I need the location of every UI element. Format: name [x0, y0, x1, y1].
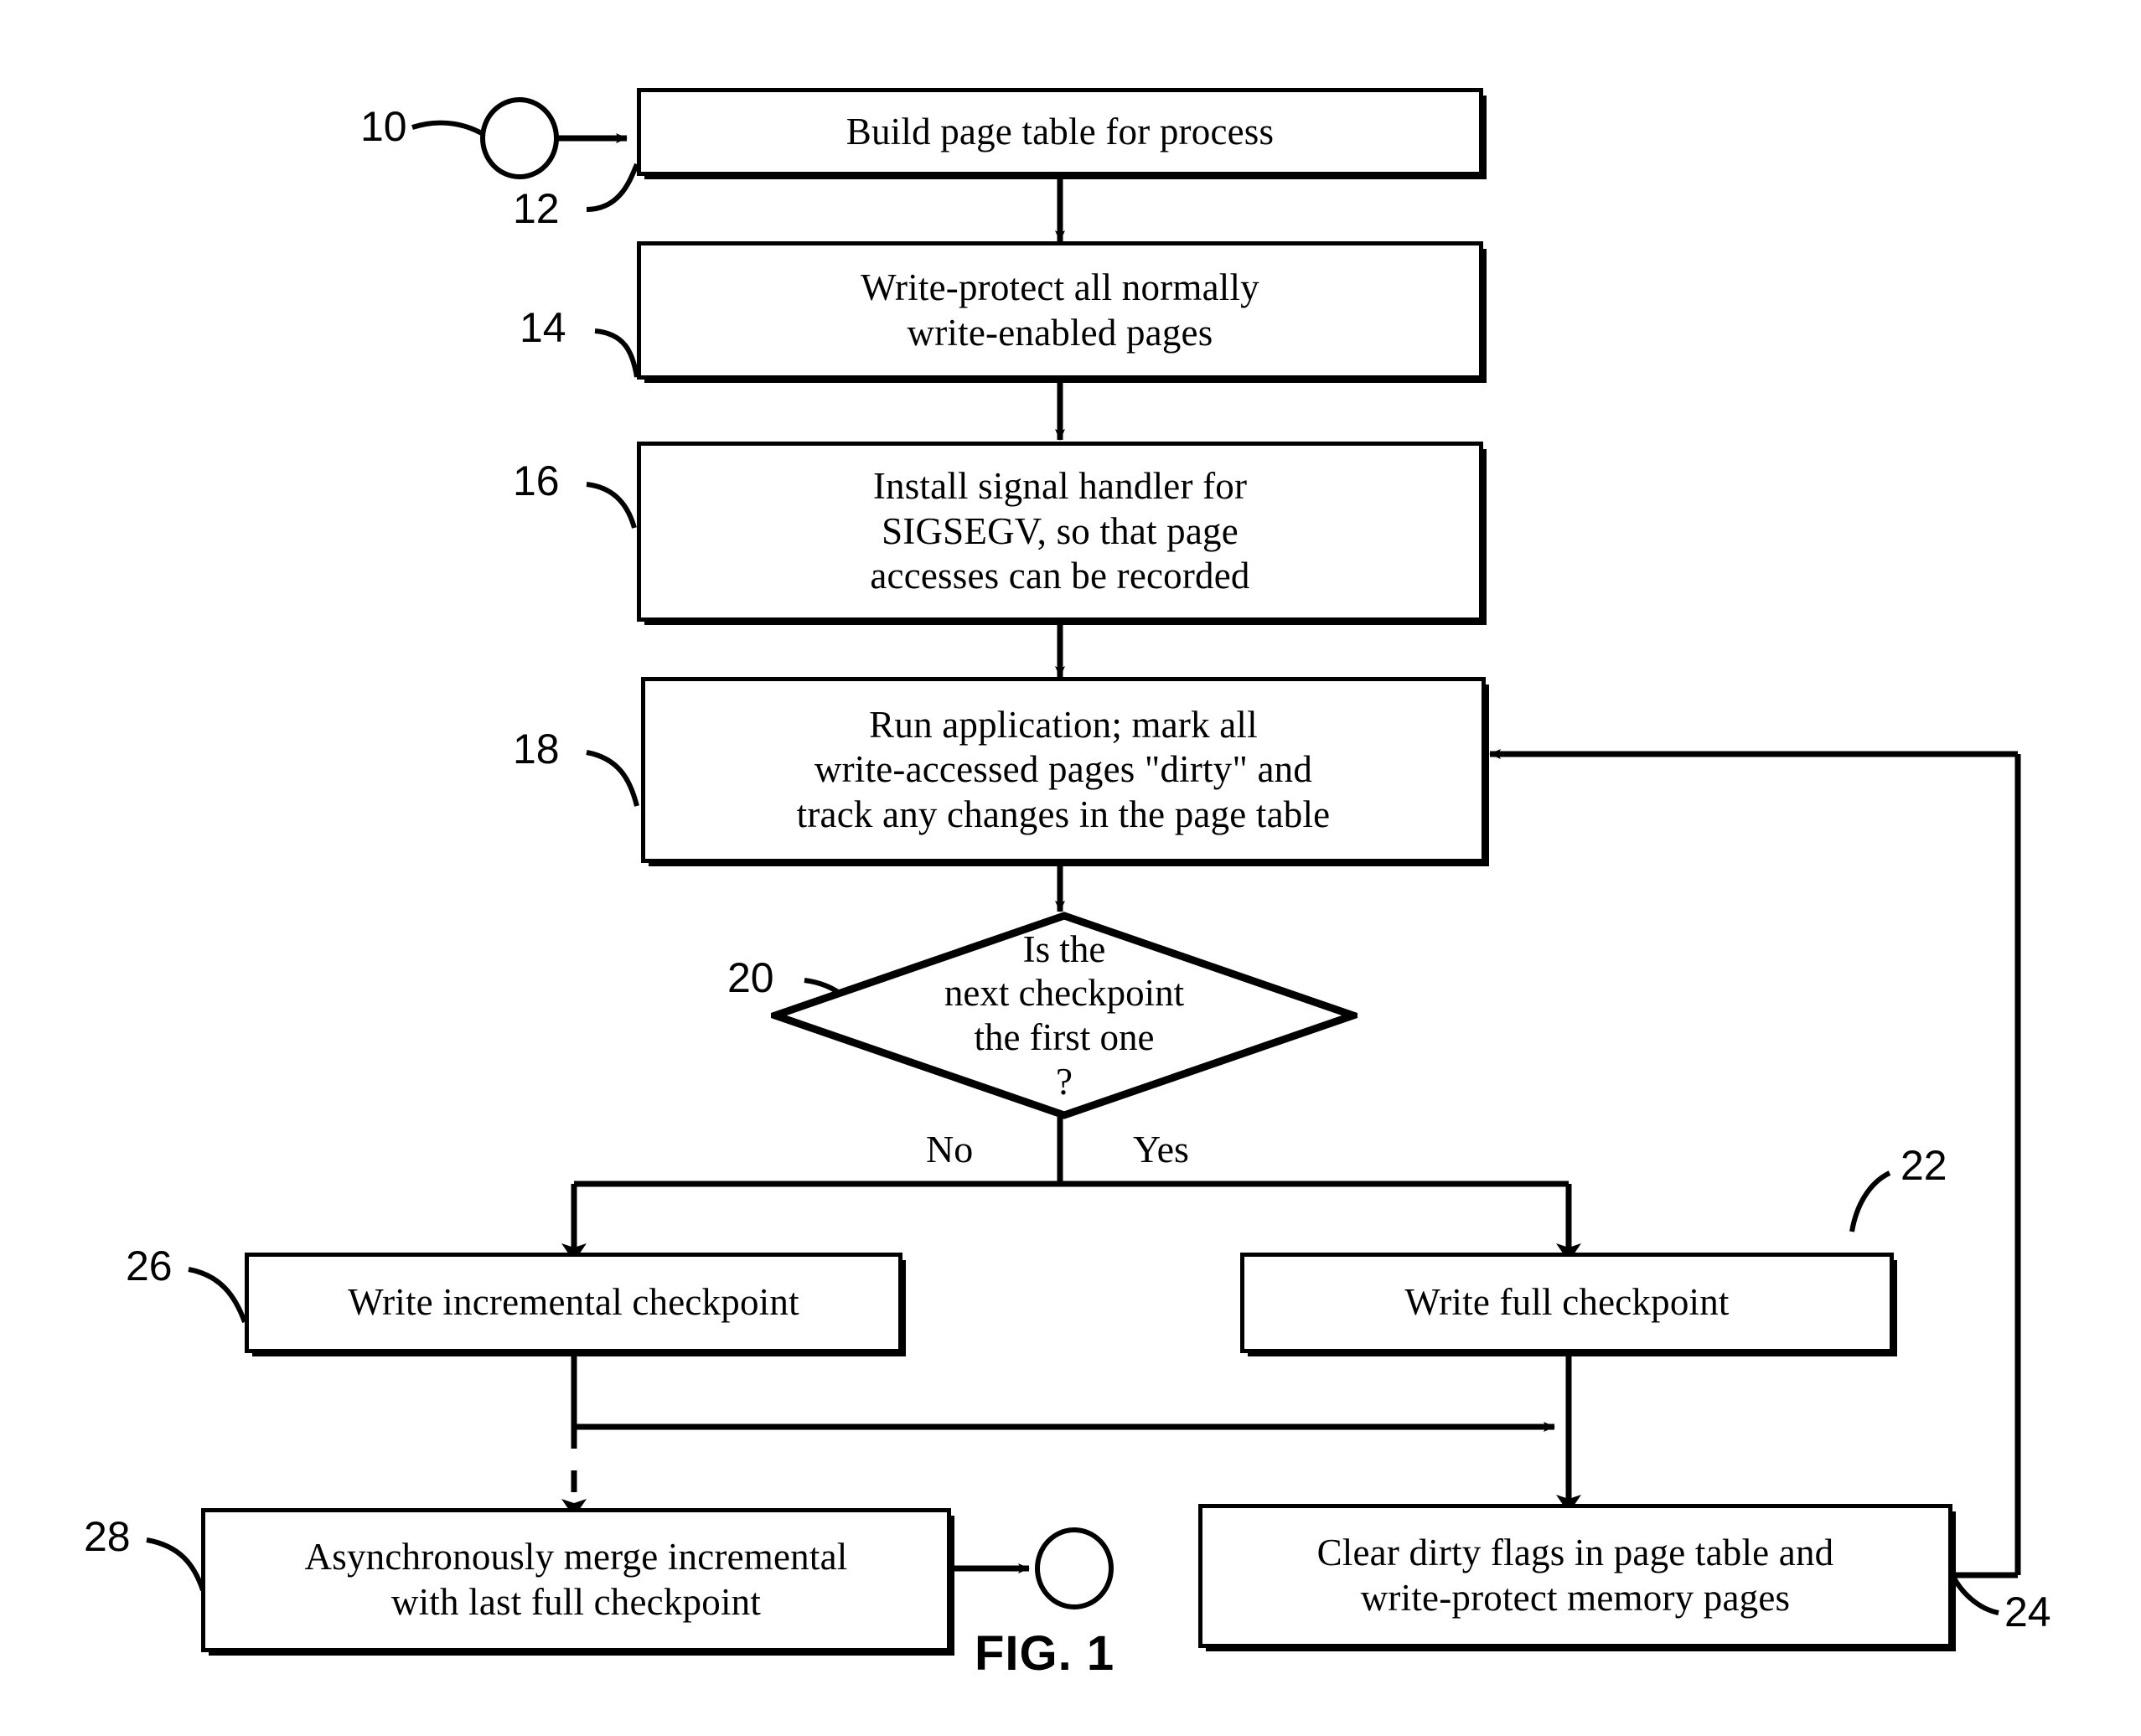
node-run-application: Run application; mark all write-accessed… [641, 677, 1489, 866]
node-clear-dirty-flags-text: Clear dirty flags in page table and writ… [1316, 1532, 1834, 1619]
ref-numeral-10: 10 [360, 103, 407, 150]
figure-caption: FIG. 1 [975, 1626, 1115, 1681]
ref-numeral-22: 22 [1901, 1142, 1947, 1189]
ref-numeral-14: 14 [520, 304, 566, 351]
node-write-full-checkpoint-text: Write full checkpoint [1404, 1281, 1730, 1324]
branch-label-yes: Yes [1133, 1128, 1189, 1170]
ref-numeral-28: 28 [84, 1513, 131, 1560]
ref-numeral-18: 18 [513, 726, 560, 772]
branch-label-no: No [926, 1128, 974, 1170]
node-clear-dirty-flags: Clear dirty flags in page table and writ… [1198, 1504, 1956, 1651]
patent-figure: Build page table for process Write-prote… [0, 0, 2141, 1736]
node-write-full-checkpoint: Write full checkpoint [1240, 1253, 1897, 1356]
ref-numeral-24: 24 [2004, 1589, 2051, 1635]
node-run-application-text: Run application; mark all write-accessed… [796, 703, 1331, 835]
node-write-protect-text: Write-protect all normally write-enabled… [861, 266, 1259, 354]
ref-numeral-12: 12 [513, 185, 560, 232]
node-install-handler-text: Install signal handler for SIGSEGV, so t… [870, 465, 1250, 597]
node-write-protect: Write-protect all normally write-enabled… [637, 241, 1487, 383]
node-write-incremental-checkpoint-text: Write incremental checkpoint [348, 1281, 799, 1324]
node-write-incremental-checkpoint: Write incremental checkpoint [245, 1253, 906, 1356]
node-decision-first-checkpoint: Is the next checkpoint the first one ? [771, 912, 1358, 1119]
node-build-page-table-text: Build page table for process [846, 110, 1275, 152]
node-merge-incremental-text: Asynchronously merge incremental with la… [304, 1536, 848, 1623]
ref-numeral-26: 26 [126, 1243, 173, 1289]
ref-numeral-20: 20 [727, 954, 774, 1001]
node-merge-incremental: Asynchronously merge incremental with la… [201, 1508, 954, 1656]
end-terminal-circle [1035, 1527, 1114, 1609]
start-terminal-circle [480, 97, 559, 179]
node-decision-text: Is the next checkpoint the first one ? [944, 927, 1185, 1103]
node-build-page-table: Build page table for process [637, 88, 1487, 179]
ref-numeral-16: 16 [513, 457, 560, 504]
node-install-handler: Install signal handler for SIGSEGV, so t… [637, 442, 1487, 625]
